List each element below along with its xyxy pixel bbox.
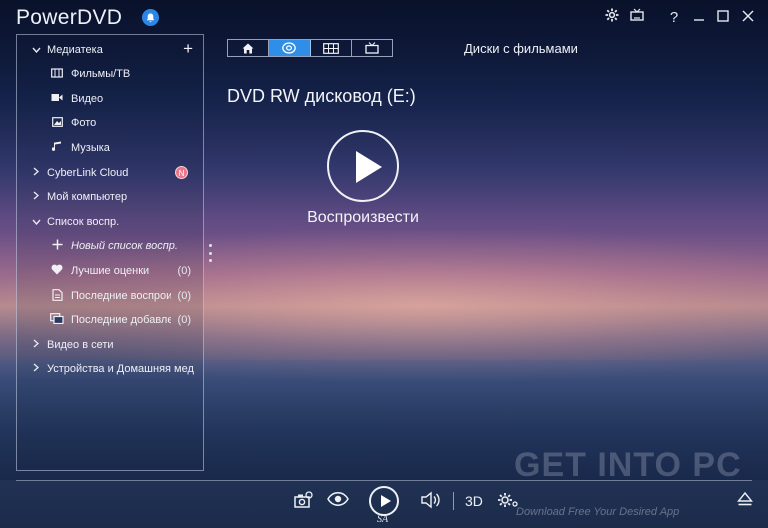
music-note-icon <box>50 141 64 155</box>
add-library-button[interactable]: + <box>183 40 193 57</box>
play-disc-button[interactable] <box>327 130 399 202</box>
disc-icon <box>282 42 297 54</box>
drive-title: DVD RW дисковод (E:) <box>227 86 416 106</box>
recent-played-icon <box>50 288 64 304</box>
sidebar-item-label: Фото <box>71 117 97 129</box>
sidebar-item-label: Видео в сети <box>47 339 114 351</box>
chevron-right-icon[interactable] <box>31 339 41 351</box>
sidebar-item-movies-tv[interactable]: Фильмы/ТВ <box>17 62 203 86</box>
chevron-down-icon[interactable] <box>31 216 41 228</box>
maximize-icon[interactable] <box>713 8 733 28</box>
sidebar-item-devices[interactable]: Устройства и Домашняя мед <box>17 357 203 381</box>
close-icon[interactable] <box>738 8 758 28</box>
video-camera-icon <box>50 93 64 105</box>
item-count: (0) <box>177 290 191 302</box>
tab-tv[interactable] <box>352 40 392 56</box>
sidebar-item-top-rated[interactable]: Лучшие оценки (0) <box>17 259 203 283</box>
photo-icon <box>50 116 64 130</box>
sidebar-item-label: Медиатека <box>47 44 103 56</box>
chevron-right-icon[interactable] <box>31 167 41 179</box>
title-bar: PowerDVD ? <box>0 0 768 34</box>
chevron-down-icon[interactable] <box>31 44 41 56</box>
sidebar-resize-handle[interactable] <box>208 244 212 262</box>
sidebar-item-label: Список воспр. <box>47 216 120 228</box>
sidebar-item-label: Мой компьютер <box>47 191 128 203</box>
sidebar-item-photo[interactable]: Фото <box>17 111 203 135</box>
recent-added-icon <box>50 313 64 327</box>
sidebar-item-label: Новый список воспр. <box>71 240 178 252</box>
eject-icon[interactable] <box>734 491 756 513</box>
play-button[interactable] <box>369 486 399 516</box>
tv-icon[interactable] <box>627 8 647 28</box>
tab-home[interactable] <box>228 40 270 56</box>
sidebar-item-media-library[interactable]: Медиатека + <box>17 38 203 62</box>
snapshot-icon[interactable] <box>292 491 314 513</box>
sidebar-item-music[interactable]: Музыка <box>17 136 203 160</box>
sa-mark: SA <box>377 514 389 525</box>
sidebar-item-recently-added[interactable]: Последние добавлени (0) <box>17 308 203 332</box>
new-badge: N <box>175 166 188 179</box>
item-count: (0) <box>177 314 191 326</box>
home-icon <box>242 43 254 53</box>
sidebar-item-label: Последние воспроизв <box>71 290 171 302</box>
play-disc-label[interactable]: Воспроизвести <box>263 209 463 227</box>
sidebar-item-recently-played[interactable]: Последние воспроизв (0) <box>17 284 203 308</box>
sidebar-item-my-computer[interactable]: Мой компьютер <box>17 185 203 209</box>
settings-icon[interactable] <box>602 8 622 28</box>
help-icon[interactable]: ? <box>664 8 684 28</box>
sidebar-item-video[interactable]: Видео <box>17 87 203 111</box>
sidebar-item-label: Лучшие оценки <box>71 265 150 277</box>
bell-icon[interactable] <box>142 9 159 26</box>
sidebar-item-label: Фильмы/ТВ <box>71 68 131 80</box>
minimize-icon[interactable] <box>689 8 709 28</box>
watermark-title: GET INTO PC <box>514 446 742 484</box>
chevron-right-icon[interactable] <box>31 363 41 375</box>
film-icon <box>50 67 64 81</box>
sidebar-item-label: Видео <box>71 93 104 105</box>
film-strip-icon <box>322 42 339 54</box>
sidebar-item-new-playlist[interactable]: Новый список воспр. <box>17 234 203 258</box>
chevron-right-icon[interactable] <box>31 191 41 203</box>
tab-discs[interactable] <box>269 40 311 56</box>
view-tabs <box>227 39 393 57</box>
eye-icon[interactable] <box>326 491 350 513</box>
section-title: Диски с фильмами <box>464 41 578 56</box>
tab-movies[interactable] <box>311 40 352 56</box>
watermark-subtitle: Download Free Your Desired App <box>516 506 680 518</box>
sidebar-item-cyberlink-cloud[interactable]: CyberLink Cloud N <box>17 161 203 185</box>
controls-separator <box>453 492 454 510</box>
sidebar-item-online-video[interactable]: Видео в сети <box>17 333 203 357</box>
sidebar-item-label: Устройства и Домашняя мед <box>47 363 194 375</box>
sidebar-item-label: Музыка <box>71 142 110 154</box>
volume-icon[interactable] <box>419 491 441 513</box>
item-count: (0) <box>177 265 191 277</box>
sidebar: Медиатека + Фильмы/ТВ Видео Фото Музыка … <box>16 34 204 471</box>
heart-icon <box>50 264 64 278</box>
plus-icon <box>50 239 64 253</box>
app-title: PowerDVD <box>16 6 123 29</box>
tv-icon <box>365 42 379 54</box>
sidebar-item-playlists[interactable]: Список воспр. <box>17 210 203 234</box>
sidebar-item-label: Последние добавлени <box>71 314 171 326</box>
3d-button[interactable]: 3D <box>465 493 483 509</box>
